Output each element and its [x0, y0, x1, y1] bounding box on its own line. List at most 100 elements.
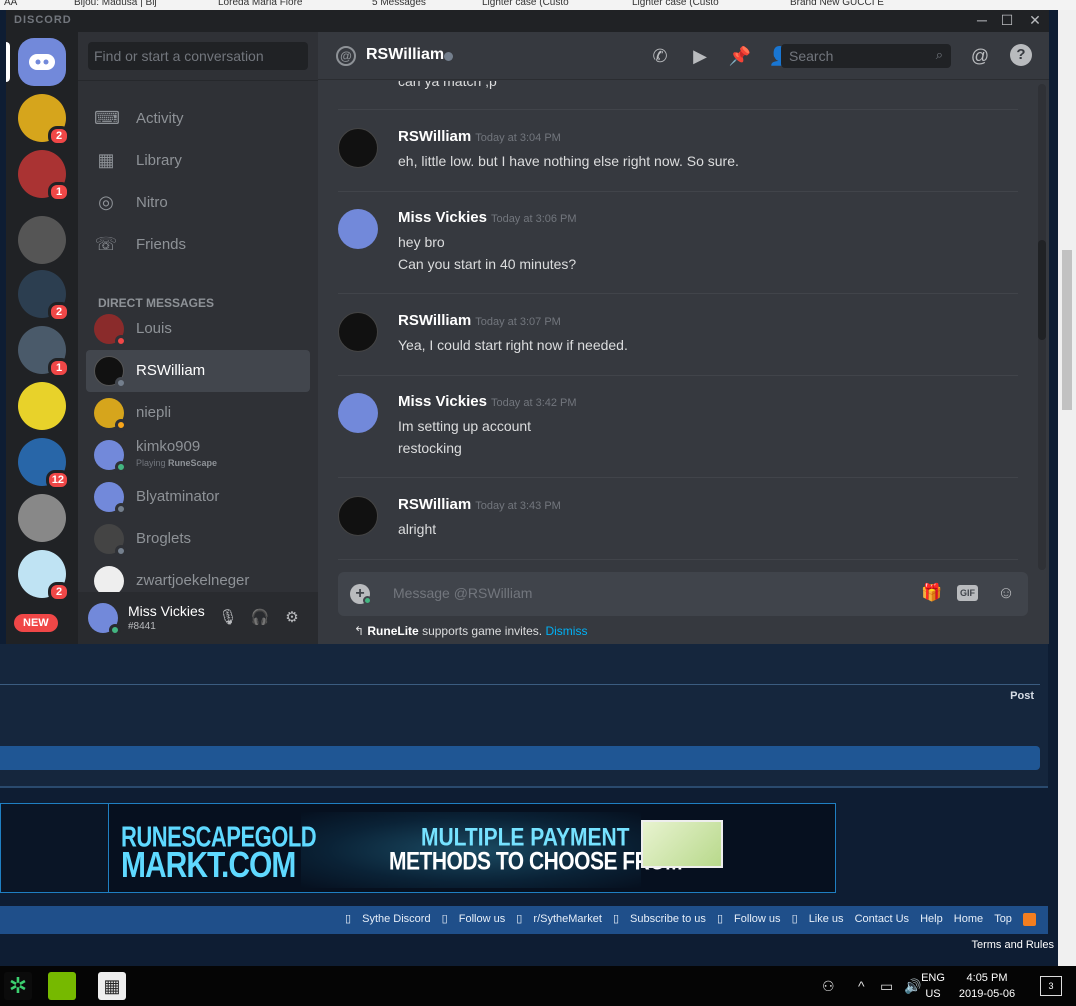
message-author[interactable]: RSWilliam Today at 3:07 PM	[398, 312, 561, 329]
browser-scrollbar[interactable]	[1058, 10, 1076, 966]
gear-icon	[18, 494, 66, 542]
avatar[interactable]	[338, 312, 378, 352]
settings-gear-icon[interactable]: ⚙	[282, 608, 302, 628]
nav-activity[interactable]: ⌨ Activity	[86, 98, 310, 140]
nav-friends[interactable]: ☏ Friends	[86, 224, 310, 266]
footer-link-label: Follow us	[734, 913, 781, 925]
footer-link[interactable]: ▯ Sythe Discord	[345, 913, 431, 925]
footer-link-top[interactable]: Top	[994, 913, 1012, 925]
close-button[interactable]: ✕	[1025, 12, 1045, 29]
dm-item-rswilliam[interactable]: RSWilliam	[86, 350, 310, 392]
notification-center-icon[interactable]: 3	[1040, 976, 1062, 996]
guild-icon[interactable]: 1	[18, 150, 70, 202]
voice-call-icon[interactable]: ✆	[648, 44, 672, 68]
avatar[interactable]	[338, 209, 378, 249]
find-conversation-input[interactable]: Find or start a conversation	[88, 42, 308, 70]
avatar[interactable]	[338, 496, 378, 536]
pin-icon[interactable]: 📌	[728, 44, 752, 68]
lang-code: ENG	[921, 972, 945, 984]
maximize-button[interactable]: ☐	[997, 12, 1017, 29]
footer-link[interactable]: ▯ Follow us	[717, 913, 781, 925]
nvidia-icon[interactable]	[48, 972, 76, 1000]
footer-link-help[interactable]: Help	[920, 913, 943, 925]
message-author[interactable]: Miss Vickies Today at 3:06 PM	[398, 209, 577, 226]
message-input[interactable]: Message @RSWilliam	[393, 585, 532, 601]
footer-link[interactable]: ▯ r/SytheMarket	[516, 913, 602, 925]
avatar[interactable]	[338, 393, 378, 433]
footer-link[interactable]: ▯ Like us	[792, 913, 844, 925]
message-author[interactable]: Miss Vickies Today at 3:42 PM	[398, 393, 577, 410]
minimize-button[interactable]: ─	[972, 12, 992, 28]
clock[interactable]: 4:05 PM 2019-05-06	[952, 970, 1022, 1002]
help-icon[interactable]: ?	[1010, 44, 1032, 66]
message-line: hey bro	[398, 234, 445, 250]
author-name: RSWilliam	[398, 128, 472, 145]
guild-icon[interactable]: 1	[18, 326, 70, 378]
browser-tab[interactable]: 5 Messages	[372, 0, 426, 8]
scrollbar-thumb[interactable]	[1038, 240, 1046, 340]
message-author[interactable]: RSWilliam Today at 3:04 PM	[398, 128, 561, 145]
dm-item-kimko909[interactable]: kimko909 Playing RuneScape	[86, 434, 310, 476]
footer-link-home[interactable]: Home	[954, 913, 983, 925]
browser-tab[interactable]: AA	[4, 0, 17, 8]
activity-game: RuneScape	[168, 458, 218, 468]
footer-link[interactable]: ▯ Subscribe to us	[613, 913, 706, 925]
language-indicator[interactable]: ENG US	[918, 970, 948, 1002]
controller-icon: ⌨	[94, 108, 120, 128]
nav-nitro[interactable]: ◎ Nitro	[86, 182, 310, 224]
footer-link-contact[interactable]: Contact Us	[855, 913, 909, 925]
guild-icon[interactable]: 2	[18, 94, 70, 146]
message-body: Yea, I could start right now if needed.	[398, 334, 628, 356]
home-button[interactable]	[6, 38, 66, 86]
guild-icon[interactable]	[18, 382, 66, 430]
guild-icon[interactable]	[18, 494, 66, 542]
message-composer[interactable]: + Message @RSWilliam 🎁 GIF ☺	[338, 572, 1028, 616]
dismiss-link[interactable]: Dismiss	[545, 624, 587, 638]
dm-name: Louis	[136, 320, 172, 337]
avatar[interactable]	[338, 128, 378, 168]
dm-item-broglets[interactable]: Broglets	[86, 518, 310, 560]
guild-icon[interactable]	[18, 216, 66, 264]
ad-banner[interactable]: RUNESCAPEGOLD MARKT.COM MULTIPLE PAYMENT…	[0, 803, 836, 893]
payment-card-image	[641, 820, 723, 868]
scrollbar-thumb[interactable]	[1062, 250, 1072, 410]
dm-item-blyatminator[interactable]: Blyatminator	[86, 476, 310, 518]
terms-link[interactable]: Terms and Rules	[971, 939, 1054, 951]
guild-icon[interactable]: 12	[18, 438, 70, 490]
browser-tab[interactable]: Brand New GUCCI E	[790, 0, 884, 8]
invite-app-name: RuneLite	[367, 624, 419, 638]
timestamp: Today at 3:06 PM	[490, 213, 577, 225]
post-button[interactable]: Post	[1010, 690, 1034, 702]
emoji-icon[interactable]: ☺	[994, 583, 1018, 603]
nav-library[interactable]: ▦ Library	[86, 140, 310, 182]
search-input[interactable]: Search ⌕	[781, 44, 951, 68]
browser-tab[interactable]: Bijou: Madusa | Bij	[74, 0, 157, 8]
new-unreads-pill[interactable]: NEW	[14, 614, 58, 632]
dm-item-niepli[interactable]: niepli	[86, 392, 310, 434]
browser-tab[interactable]: Lighter case (Custo	[632, 0, 719, 8]
dm-item-louis[interactable]: Louis	[86, 308, 310, 350]
calculator-icon[interactable]: ▦	[98, 972, 126, 1000]
microphone-icon[interactable]: 🎙	[218, 608, 238, 628]
user-discriminator: #8441	[128, 621, 156, 632]
gift-icon[interactable]: 🎁	[920, 583, 944, 603]
people-icon[interactable]: ⚇	[822, 978, 835, 995]
network-icon[interactable]: ▭	[880, 978, 893, 995]
guild-icon[interactable]: 2	[18, 550, 70, 602]
dm-name: niepli	[136, 404, 172, 421]
mentions-icon[interactable]: @	[968, 44, 992, 68]
browser-tab[interactable]: Lighter case (Custo	[482, 0, 569, 8]
video-call-icon[interactable]: ▶	[688, 44, 712, 68]
banner-payment-line2: METHODS TO CHOOSE FROM	[389, 848, 683, 876]
message-author[interactable]: RSWilliam Today at 3:43 PM	[398, 496, 561, 513]
chat-scrollbar[interactable]	[1038, 84, 1046, 570]
chevron-up-icon[interactable]: ^	[858, 978, 865, 994]
browser-tab[interactable]: Loreda Maria Flore	[218, 0, 302, 8]
app-icon[interactable]: ✲	[4, 972, 32, 1000]
rss-icon[interactable]	[1023, 912, 1036, 926]
guild-icon[interactable]: 2	[18, 270, 70, 322]
forum-input-bar[interactable]	[0, 746, 1040, 770]
headphones-icon[interactable]: 🎧	[250, 608, 270, 628]
gif-button[interactable]: GIF	[957, 585, 978, 601]
footer-link[interactable]: ▯ Follow us	[442, 913, 506, 925]
